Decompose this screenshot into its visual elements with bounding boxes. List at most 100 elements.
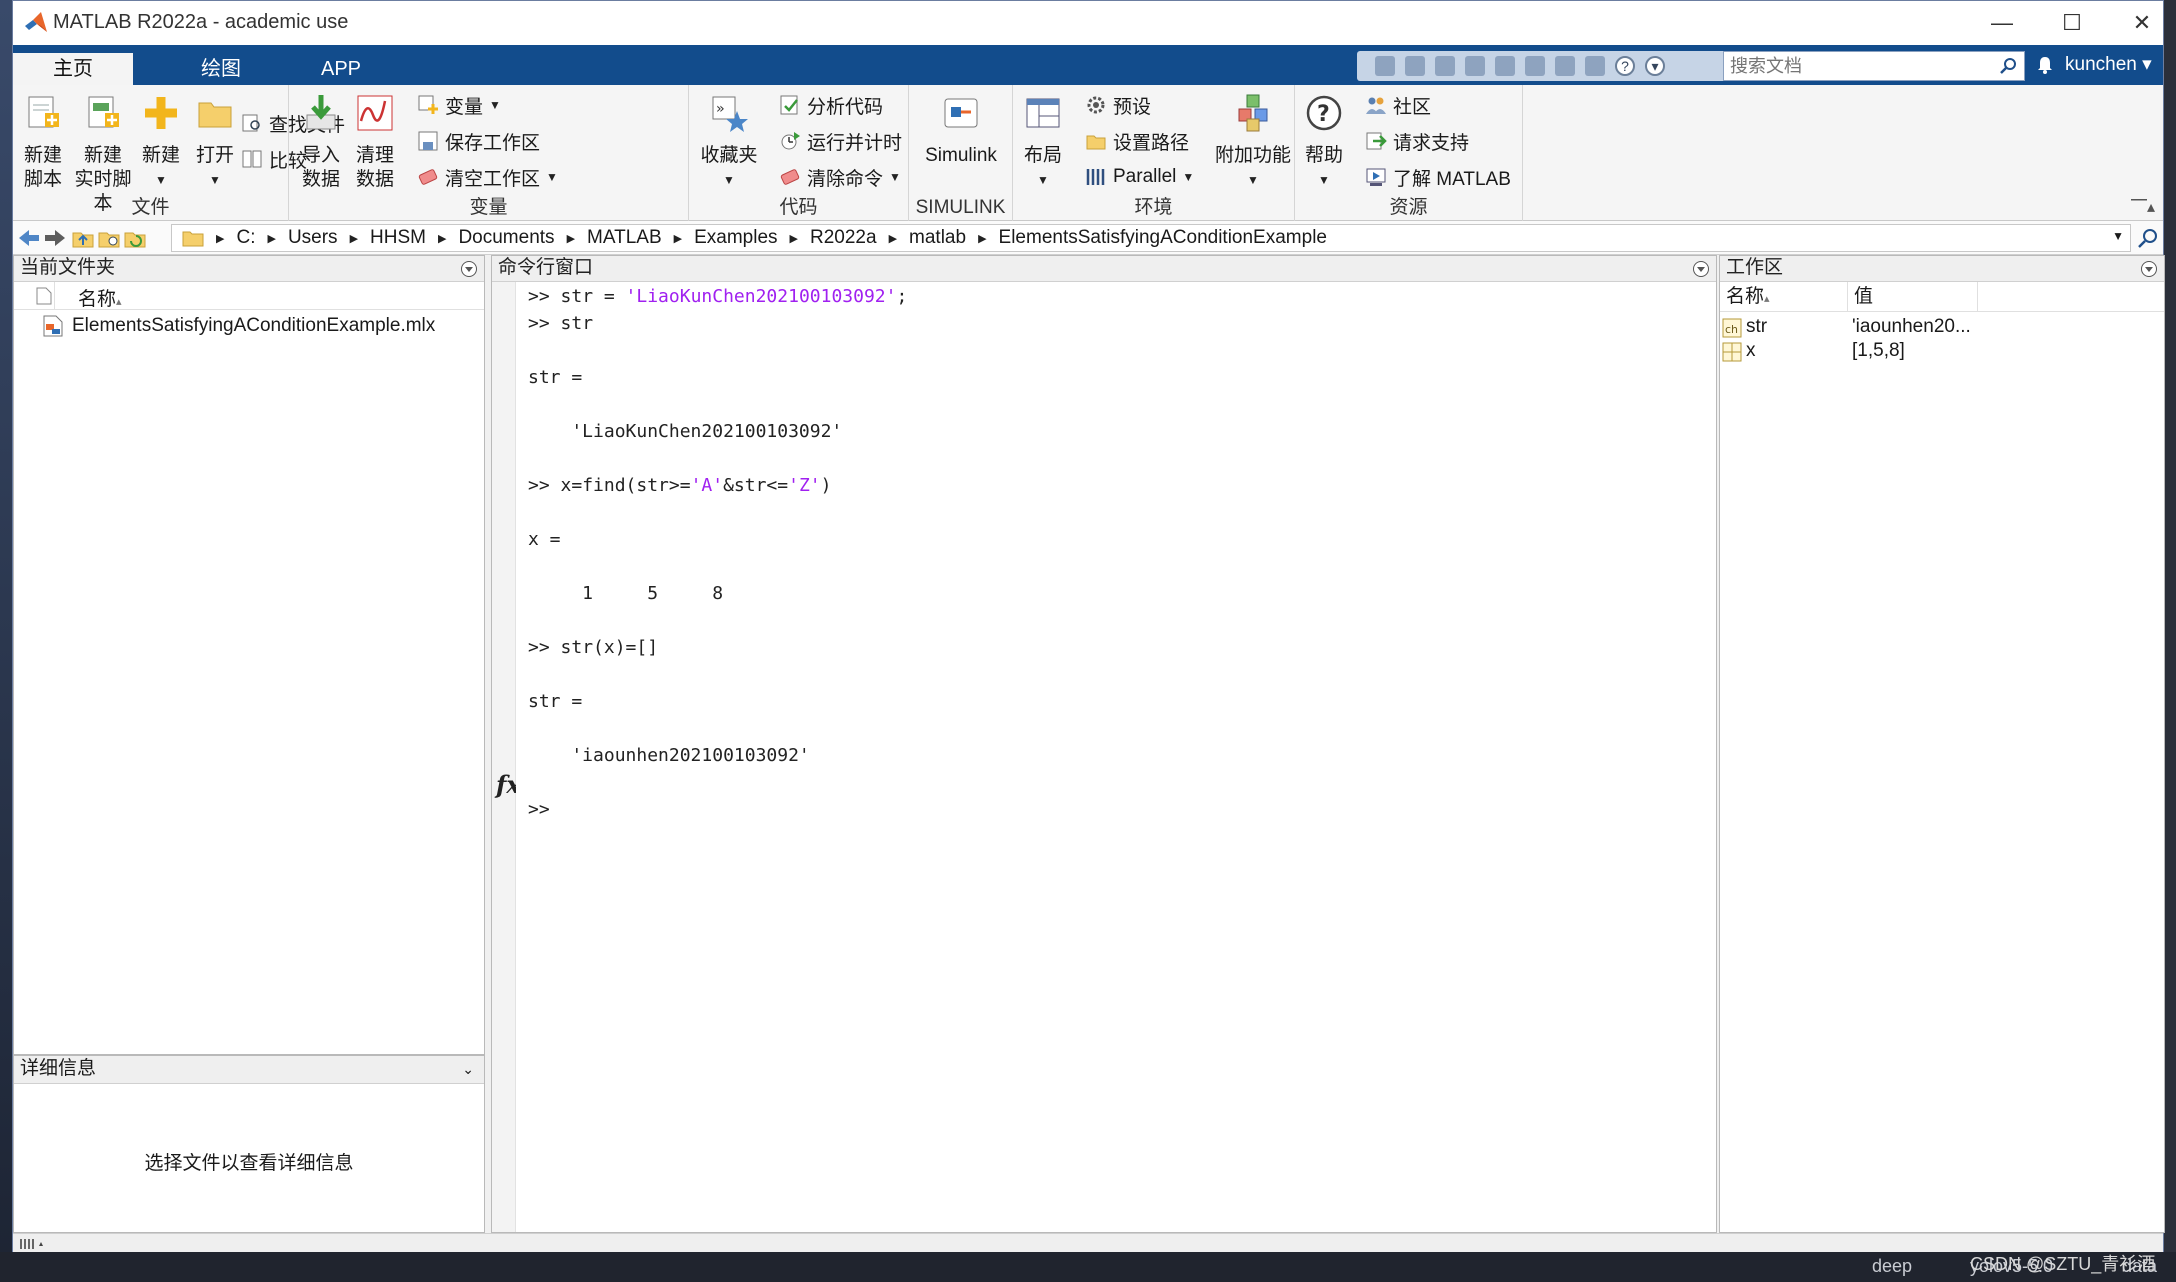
- column-header-value[interactable]: 值: [1848, 282, 1978, 312]
- chevron-down-icon: ▼: [209, 173, 221, 187]
- browse-folder-icon[interactable]: [97, 227, 121, 249]
- close-button[interactable]: ✕: [2107, 1, 2176, 45]
- search-folder-icon[interactable]: [2137, 227, 2159, 249]
- path-separator-icon: ▶: [437, 232, 447, 245]
- panel-actions-icon[interactable]: [2140, 260, 2158, 278]
- request-support-icon: [1366, 132, 1387, 150]
- workspace-variable-row[interactable]: ch str 'iaounhen20...: [1720, 316, 2164, 340]
- open-dropdown-button[interactable]: 打开 ▼: [193, 93, 237, 192]
- help-icon: ?: [1306, 95, 1342, 131]
- command-window-gutter: [492, 282, 516, 1232]
- path-breadcrumb[interactable]: ▶ C: ▶ Users ▶ HHSM ▶ Documents ▶ MATLAB…: [171, 224, 2131, 252]
- matlab-window: MATLAB R2022a - academic use — ☐ ✕ 主页 绘图…: [12, 0, 2165, 1253]
- run-and-time-button[interactable]: 运行并计时: [779, 127, 902, 155]
- details-header[interactable]: 详细信息 ⌄: [14, 1056, 484, 1084]
- chevron-down-icon[interactable]: ⌄: [462, 1056, 474, 1082]
- new-live-script-icon: [88, 96, 119, 128]
- notification-bell-icon[interactable]: [2035, 55, 2055, 75]
- clean-data-button[interactable]: 清理 数据: [353, 93, 397, 192]
- breadcrumb-segment[interactable]: R2022a: [810, 227, 877, 249]
- taskbar-item[interactable]: deep: [1872, 1256, 1912, 1277]
- collapse-ribbon-icon[interactable]: ⎺▴: [2131, 197, 2155, 217]
- desktop-taskbar-edge: deep yolov5-5.0 data: [0, 1252, 2176, 1282]
- minimize-button[interactable]: —: [1967, 1, 2037, 45]
- redo-icon[interactable]: [1555, 56, 1575, 76]
- favorites-button[interactable]: » 收藏夹 ▼: [697, 93, 761, 192]
- user-account-menu[interactable]: kunchen ▾: [2065, 53, 2152, 76]
- output-line: str =: [528, 367, 583, 388]
- breadcrumb-segment[interactable]: Examples: [694, 227, 777, 249]
- parallel-button[interactable]: Parallel ▼: [1085, 163, 1194, 191]
- search-icon[interactable]: [2000, 57, 2018, 75]
- clear-workspace-button[interactable]: 清空工作区 ▼: [417, 163, 558, 191]
- tab-apps[interactable]: APP: [279, 53, 403, 85]
- addons-button[interactable]: 附加功能 ▼: [1215, 93, 1291, 192]
- command-window-body[interactable]: >> str = 'LiaoKunChen202100103092'; >> s…: [516, 282, 1716, 1232]
- back-arrow-icon[interactable]: [17, 227, 41, 249]
- group-label-environment: 环境: [1134, 197, 1173, 218]
- save-workspace-icon: [418, 131, 438, 151]
- request-support-button[interactable]: 请求支持: [1365, 127, 1469, 155]
- path-history-dropdown-icon[interactable]: ▼: [2112, 229, 2124, 243]
- customize-toolbar-icon[interactable]: ▾: [1645, 56, 1665, 76]
- refresh-folder-icon[interactable]: [123, 227, 147, 249]
- layout-icon: [1026, 98, 1060, 128]
- breadcrumb-segment[interactable]: Documents: [458, 227, 554, 249]
- community-button[interactable]: 社区: [1365, 91, 1431, 119]
- documentation-search: [1723, 51, 2025, 81]
- maximize-button[interactable]: ☐: [2037, 1, 2107, 45]
- preferences-button[interactable]: 预设: [1085, 91, 1151, 119]
- forward-arrow-icon[interactable]: [43, 227, 67, 249]
- output-line: x =: [528, 529, 561, 550]
- search-input[interactable]: [1724, 52, 1984, 80]
- cut-icon[interactable]: [1435, 56, 1455, 76]
- save-icon[interactable]: [1405, 56, 1425, 76]
- learn-matlab-button[interactable]: 了解 MATLAB: [1365, 163, 1511, 191]
- ribbon-group-code: » 收藏夹 ▼ 分析代码 运行并计时 清除命令 ▼ 代码: [689, 85, 909, 221]
- breadcrumb-segment[interactable]: ElementsSatisfyingAConditionExample: [999, 227, 1327, 249]
- help-icon[interactable]: ?: [1615, 56, 1635, 76]
- group-label-code: 代码: [779, 197, 818, 218]
- run-and-time-icon: [781, 132, 800, 150]
- column-header-name[interactable]: 名称▴: [78, 284, 122, 311]
- workspace-variable-row[interactable]: x [1,5,8]: [1720, 340, 2164, 364]
- panel-title: 当前文件夹: [14, 256, 484, 282]
- analyze-code-button[interactable]: 分析代码: [779, 91, 883, 119]
- command-prompt[interactable]: >>: [528, 799, 561, 820]
- paste-icon[interactable]: [1495, 56, 1515, 76]
- switch-windows-icon[interactable]: [1585, 56, 1605, 76]
- simulink-button[interactable]: Simulink: [917, 93, 1005, 168]
- variable-button[interactable]: 变量 ▼: [417, 91, 501, 119]
- panel-title: 命令行窗口: [492, 256, 1716, 282]
- breadcrumb-segment[interactable]: Users: [288, 227, 338, 249]
- breadcrumb-segment[interactable]: matlab: [909, 227, 966, 249]
- file-list-item[interactable]: ElementsSatisfyingAConditionExample.mlx: [42, 312, 435, 340]
- panel-actions-icon[interactable]: [460, 260, 478, 278]
- run-icon[interactable]: [1375, 56, 1395, 76]
- column-header-name[interactable]: 名称▴: [1720, 282, 1848, 312]
- save-workspace-button[interactable]: 保存工作区: [417, 127, 540, 155]
- clear-commands-button[interactable]: 清除命令 ▼: [779, 163, 901, 191]
- tab-plots[interactable]: 绘图: [159, 53, 283, 85]
- panel-actions-icon[interactable]: [1692, 260, 1710, 278]
- copy-icon[interactable]: [1465, 56, 1485, 76]
- set-path-button[interactable]: 设置路径: [1085, 127, 1189, 155]
- undo-icon[interactable]: [1525, 56, 1545, 76]
- import-data-button[interactable]: 导入 数据: [299, 93, 343, 192]
- breadcrumb-segment[interactable]: MATLAB: [587, 227, 662, 249]
- breadcrumb-segment[interactable]: C:: [236, 227, 255, 249]
- tab-home[interactable]: 主页: [13, 53, 133, 85]
- help-button[interactable]: ? 帮助 ▼: [1301, 93, 1347, 192]
- chevron-down-icon: ▼: [723, 173, 735, 187]
- layout-button[interactable]: 布局 ▼: [1021, 93, 1065, 192]
- ribbon-group-file: 新建 脚本 新建 实时脚本 新建 ▼ 打开 ▼ 比较 文件: [13, 85, 345, 221]
- status-busy-icon: [20, 1239, 43, 1249]
- new-dropdown-button[interactable]: 新建 ▼: [139, 93, 183, 192]
- breadcrumb-segment[interactable]: HHSM: [370, 227, 426, 249]
- file-type-column-icon[interactable]: [36, 287, 52, 305]
- up-folder-icon[interactable]: [71, 227, 95, 249]
- compare-icon: [242, 150, 262, 168]
- new-script-button[interactable]: 新建 脚本: [19, 93, 67, 192]
- addons-cubes-icon: [1238, 94, 1268, 132]
- svg-text:ch: ch: [1725, 323, 1738, 336]
